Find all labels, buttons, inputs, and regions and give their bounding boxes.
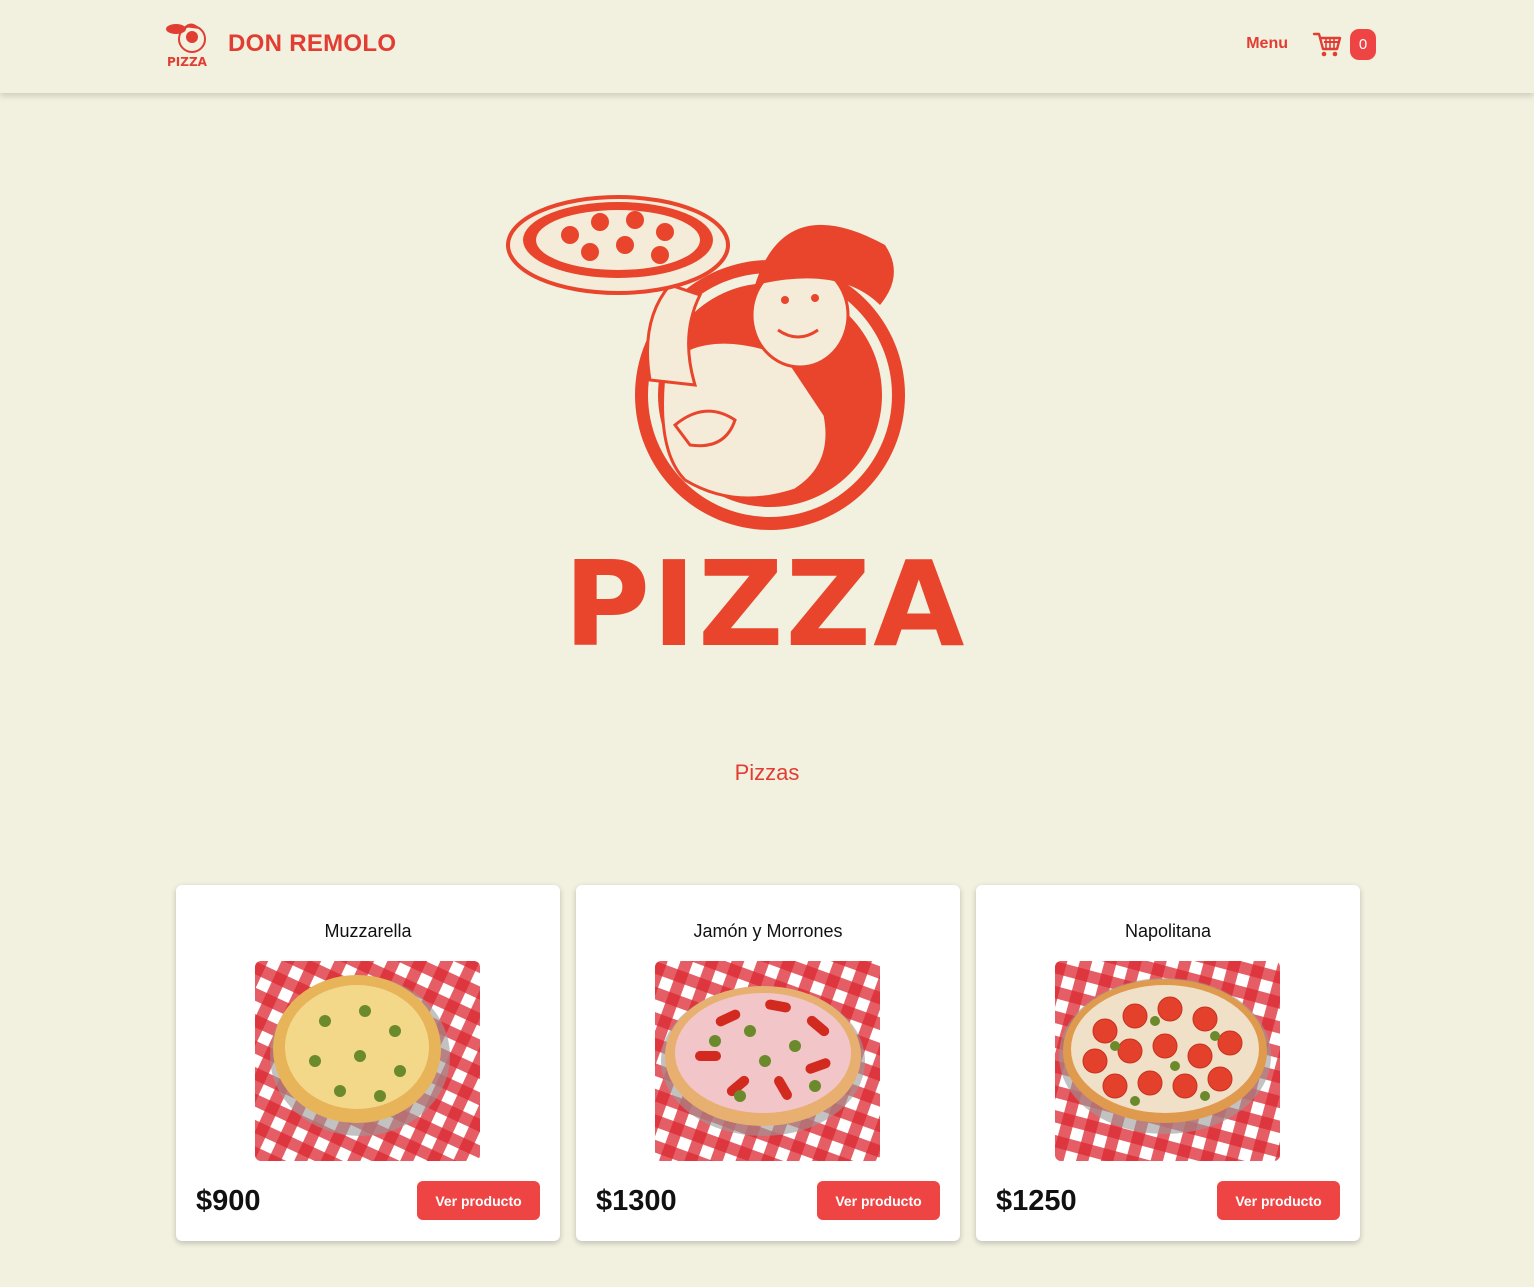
pizza-chef-illustration: PIZZA <box>506 195 967 660</box>
product-image-jamon-y-morrones <box>655 961 880 1161</box>
product-name: Muzzarella <box>324 921 412 941</box>
pizza-logo-icon: PIZZA <box>166 23 208 69</box>
main-nav: Menu 0 <box>1246 28 1376 60</box>
view-product-button[interactable]: Ver producto <box>817 1181 940 1220</box>
product-price: $1250 <box>996 1185 1077 1217</box>
nav-menu-link[interactable]: Menu <box>1246 35 1288 53</box>
product-price: $1300 <box>596 1185 677 1217</box>
product-price: $900 <box>196 1185 261 1217</box>
brand[interactable]: PIZZA DON REMOLO <box>162 18 396 70</box>
svg-text:PIZZA: PIZZA <box>167 55 208 69</box>
cart-count-badge[interactable]: 0 <box>1350 28 1376 60</box>
product-name: Napolitana <box>1124 921 1212 941</box>
product-card: Jamón y Morrones $1300 Ver producto <box>576 885 960 1241</box>
site-header: PIZZA DON REMOLO Menu 0 <box>0 0 1534 93</box>
view-product-button[interactable]: Ver producto <box>1217 1181 1340 1220</box>
product-image-napolitana <box>1055 961 1280 1161</box>
product-card: Muzzarella $900 Ver producto <box>176 885 560 1241</box>
product-card: Napolitana $1250 Ver producto <box>976 885 1360 1241</box>
section-title: Pizzas <box>734 760 800 785</box>
view-product-button[interactable]: Ver producto <box>417 1181 540 1220</box>
product-name: Jamón y Morrones <box>693 921 843 941</box>
brand-name: DON REMOLO <box>228 30 397 57</box>
product-image-muzzarella <box>255 961 480 1161</box>
hero-pizza-text: PIZZA <box>564 535 967 660</box>
shopping-cart-icon[interactable] <box>1312 29 1342 59</box>
